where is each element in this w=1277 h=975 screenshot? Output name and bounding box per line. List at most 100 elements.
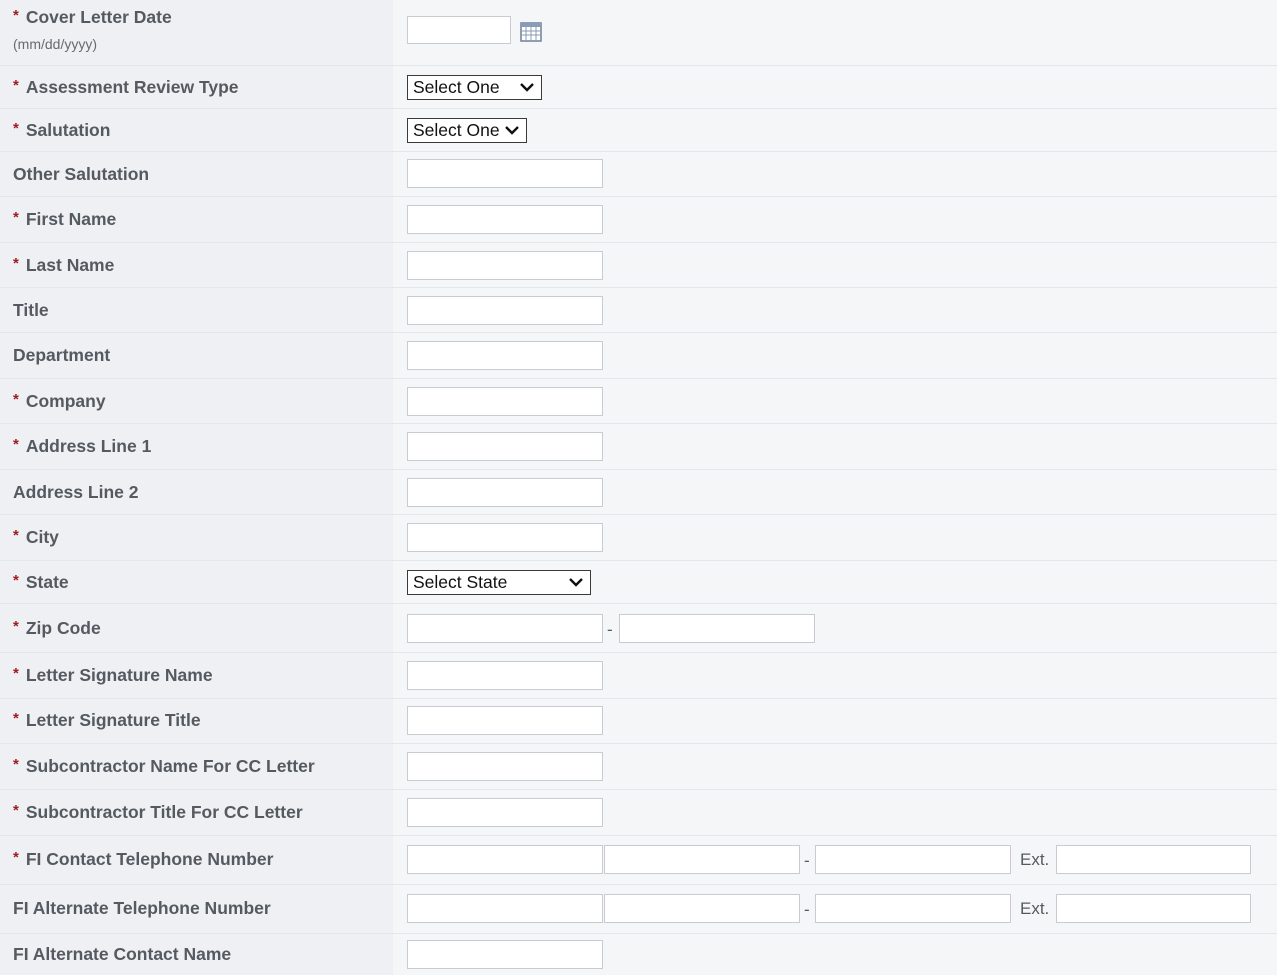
- row-letter-signature-name: * Letter Signature Name: [0, 653, 1277, 699]
- required-marker: *: [13, 618, 19, 635]
- cover-letter-date-input[interactable]: [407, 16, 511, 44]
- row-subcontractor-title-cc: * Subcontractor Title For CC Letter: [0, 790, 1277, 836]
- row-assessment-review-type: * Assessment Review Type Select One: [0, 66, 1277, 109]
- cover-letter-date-label: Cover Letter Date: [25, 7, 172, 27]
- other-salutation-input[interactable]: [407, 159, 603, 188]
- zip-code-input[interactable]: [407, 614, 603, 643]
- required-marker: *: [13, 255, 19, 272]
- selected-value: Select One: [413, 120, 500, 140]
- row-first-name: * First Name: [0, 197, 1277, 243]
- row-zip-code: * Zip Code -: [0, 604, 1277, 653]
- required-marker: *: [13, 572, 19, 589]
- title-label: Title: [13, 300, 49, 320]
- chevron-down-icon: [520, 83, 534, 92]
- address-line-2-label: Address Line 2: [13, 482, 139, 502]
- fi-alternate-contact-name-input[interactable]: [407, 940, 603, 969]
- fi-contact-telephone-label: FI Contact Telephone Number: [25, 849, 274, 869]
- ext-label: Ext.: [1020, 850, 1050, 869]
- row-letter-signature-title: * Letter Signature Title: [0, 699, 1277, 744]
- phone-separator: -: [804, 851, 810, 870]
- row-address-line-1: * Address Line 1: [0, 424, 1277, 470]
- fi-contact-area-code-input[interactable]: [407, 845, 603, 874]
- zip-separator: -: [607, 620, 613, 639]
- letter-signature-name-input[interactable]: [407, 661, 603, 690]
- subcontractor-name-cc-input[interactable]: [407, 752, 603, 781]
- required-marker: *: [13, 665, 19, 682]
- fi-alternate-ext-input[interactable]: [1056, 894, 1251, 923]
- other-salutation-label: Other Salutation: [13, 164, 150, 184]
- zip-extension-input[interactable]: [619, 614, 815, 643]
- row-company: * Company: [0, 379, 1277, 424]
- row-cover-letter-date: * Cover Letter Date (mm/dd/yyyy): [0, 0, 1277, 66]
- chevron-down-icon: [569, 578, 583, 587]
- required-marker: *: [13, 120, 19, 137]
- selected-value: Select One: [413, 77, 500, 97]
- fi-alternate-line-number-input[interactable]: [815, 894, 1011, 923]
- letter-signature-title-input[interactable]: [407, 706, 603, 735]
- salutation-label: Salutation: [25, 120, 111, 140]
- assessment-review-type-select[interactable]: Select One: [407, 75, 542, 100]
- required-marker: *: [13, 710, 19, 727]
- assessment-letter-form: * Cover Letter Date (mm/dd/yyyy) * Assessm…: [0, 0, 1277, 975]
- fi-alternate-telephone-label: FI Alternate Telephone Number: [13, 898, 271, 918]
- row-city: * City: [0, 515, 1277, 561]
- address-line-1-input[interactable]: [407, 432, 603, 461]
- selected-value: Select State: [413, 572, 508, 592]
- row-salutation: * Salutation Select One: [0, 109, 1277, 152]
- required-marker: *: [13, 436, 19, 453]
- row-fi-alternate-telephone: FI Alternate Telephone Number - Ext.: [0, 885, 1277, 934]
- calendar-icon[interactable]: [520, 22, 542, 42]
- state-label: State: [25, 572, 69, 592]
- fi-contact-ext-input[interactable]: [1056, 845, 1251, 874]
- subcontractor-title-cc-input[interactable]: [407, 798, 603, 827]
- state-select[interactable]: Select State: [407, 570, 591, 595]
- label-cell: * Cover Letter Date (mm/dd/yyyy): [0, 0, 393, 65]
- row-state: * State Select State: [0, 561, 1277, 604]
- first-name-label: First Name: [25, 209, 117, 229]
- city-input[interactable]: [407, 523, 603, 552]
- fi-alternate-area-code-input[interactable]: [407, 894, 603, 923]
- assessment-review-type-label: Assessment Review Type: [25, 77, 239, 97]
- required-marker: *: [13, 849, 19, 866]
- city-label: City: [25, 527, 59, 547]
- required-marker: *: [13, 209, 19, 226]
- fi-alternate-prefix-input[interactable]: [604, 894, 800, 923]
- row-last-name: * Last Name: [0, 243, 1277, 288]
- fi-alternate-contact-name-label: FI Alternate Contact Name: [13, 944, 232, 964]
- chevron-down-icon: [505, 126, 519, 135]
- required-marker: *: [13, 756, 19, 773]
- first-name-input[interactable]: [407, 205, 603, 234]
- salutation-select[interactable]: Select One: [407, 118, 527, 143]
- title-input[interactable]: [407, 296, 603, 325]
- department-label: Department: [13, 345, 111, 365]
- address-line-2-input[interactable]: [407, 478, 603, 507]
- required-marker: *: [13, 77, 19, 94]
- phone-separator: -: [804, 900, 810, 919]
- fi-contact-line-number-input[interactable]: [815, 845, 1011, 874]
- address-line-1-label: Address Line 1: [25, 436, 152, 456]
- ext-label: Ext.: [1020, 899, 1050, 918]
- row-fi-alternate-contact-name: FI Alternate Contact Name: [0, 934, 1277, 975]
- subcontractor-name-cc-label: Subcontractor Name For CC Letter: [25, 756, 315, 776]
- row-subcontractor-name-cc: * Subcontractor Name For CC Letter: [0, 744, 1277, 790]
- subcontractor-title-cc-label: Subcontractor Title For CC Letter: [25, 802, 303, 822]
- letter-signature-name-label: Letter Signature Name: [25, 665, 213, 685]
- required-marker: *: [13, 802, 19, 819]
- required-marker: *: [13, 391, 19, 408]
- row-department: Department: [0, 333, 1277, 379]
- row-address-line-2: Address Line 2: [0, 470, 1277, 515]
- department-input[interactable]: [407, 341, 603, 370]
- date-format-hint: (mm/dd/yyyy): [13, 36, 97, 52]
- company-input[interactable]: [407, 387, 603, 416]
- letter-signature-title-label: Letter Signature Title: [25, 710, 201, 730]
- row-fi-contact-telephone: * FI Contact Telephone Number - Ext.: [0, 836, 1277, 885]
- last-name-label: Last Name: [25, 255, 115, 275]
- fi-contact-prefix-input[interactable]: [604, 845, 800, 874]
- required-marker: *: [13, 527, 19, 544]
- zip-code-label: Zip Code: [25, 618, 101, 638]
- company-label: Company: [25, 391, 106, 411]
- required-marker: *: [13, 7, 19, 24]
- last-name-input[interactable]: [407, 251, 603, 280]
- row-other-salutation: Other Salutation: [0, 152, 1277, 197]
- row-title: Title: [0, 288, 1277, 333]
